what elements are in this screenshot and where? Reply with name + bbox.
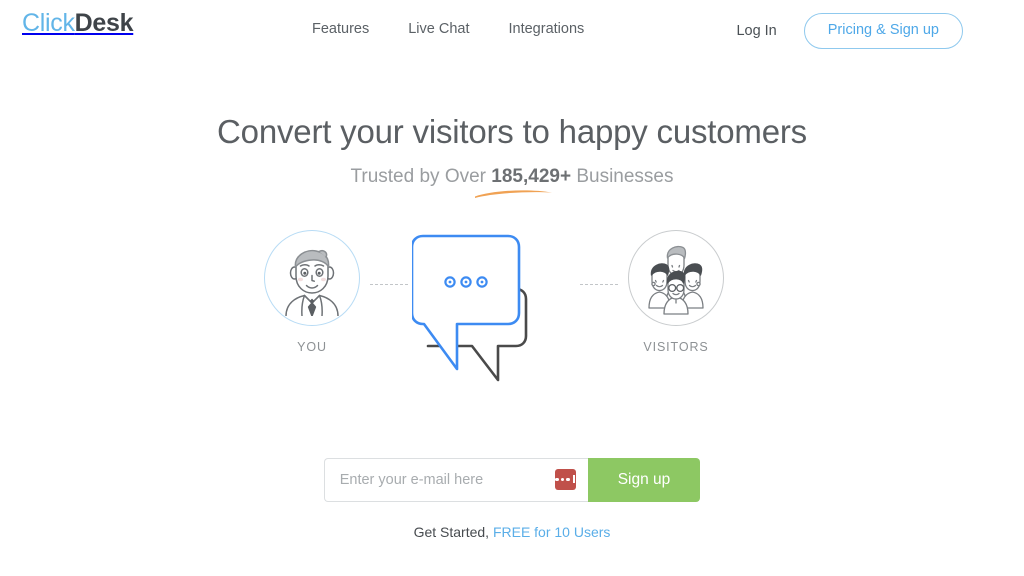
orange-underline-stroke <box>475 189 553 198</box>
illustration-node-visitors: VISITORS <box>596 229 756 354</box>
trusted-by-text: Trusted by Over 185,429+ Businesses <box>350 166 673 188</box>
chat-illustration: YOU VISITORS <box>0 229 1024 420</box>
page-title: Convert your visitors to happy customers <box>217 113 807 150</box>
free-for-10-users-link[interactable]: FREE for 10 Users <box>493 524 610 540</box>
logo-text-click: Click <box>22 9 75 37</box>
logo-text-desk: Desk <box>74 9 134 37</box>
logo[interactable]: ClickDesk <box>22 9 134 38</box>
trusted-by-prefix: Trusted by Over <box>350 165 492 187</box>
nav-item-features[interactable]: Features <box>312 21 369 37</box>
get-started-prefix: Get Started, <box>413 523 493 540</box>
trusted-by-line: Trusted by Over 185,429+ Businesses <box>350 166 674 198</box>
lastpass-dot <box>555 477 559 481</box>
trusted-by-suffix: Businesses <box>571 165 674 187</box>
email-input[interactable] <box>323 457 588 502</box>
signup-form: Sign up <box>323 457 701 502</box>
email-field-wrapper <box>323 457 588 502</box>
lastpass-cursor-bar <box>573 475 576 484</box>
signup-button[interactable]: Sign up <box>587 457 701 502</box>
you-label: YOU <box>297 339 327 354</box>
business-count: 185,429+ <box>491 165 572 187</box>
log-in-link[interactable]: Log In <box>736 23 776 39</box>
lastpass-icon[interactable] <box>554 468 576 490</box>
get-started-text: Get Started, FREE for 10 Users <box>0 524 1024 540</box>
hero-section: Convert your visitors to happy customers… <box>0 112 1024 198</box>
main-navigation: Features Live Chat Integrations <box>312 21 584 37</box>
bubble-front-shape <box>410 234 521 370</box>
signup-section: Sign up Get Started, FREE for 10 Users <box>0 457 1024 540</box>
visitors-group-icon <box>648 245 704 315</box>
visitors-label: VISITORS <box>643 339 709 354</box>
connector-line-left <box>370 283 408 286</box>
agent-avatar-icon <box>285 249 339 316</box>
lastpass-dot <box>566 477 570 481</box>
nav-item-integrations[interactable]: Integrations <box>509 21 585 37</box>
visitors-avatar-circle <box>628 229 724 326</box>
nav-item-live-chat[interactable]: Live Chat <box>408 21 469 37</box>
chat-bubbles-graphic <box>410 232 578 397</box>
agent-avatar-circle <box>264 229 360 326</box>
pricing-signup-button[interactable]: Pricing & Sign up <box>803 13 963 49</box>
site-header: ClickDesk Features Live Chat Integration… <box>0 0 1024 60</box>
lastpass-dot <box>560 477 565 481</box>
header-actions: Log In Pricing & Sign up <box>736 13 963 49</box>
illustration-node-you: YOU <box>232 229 392 354</box>
